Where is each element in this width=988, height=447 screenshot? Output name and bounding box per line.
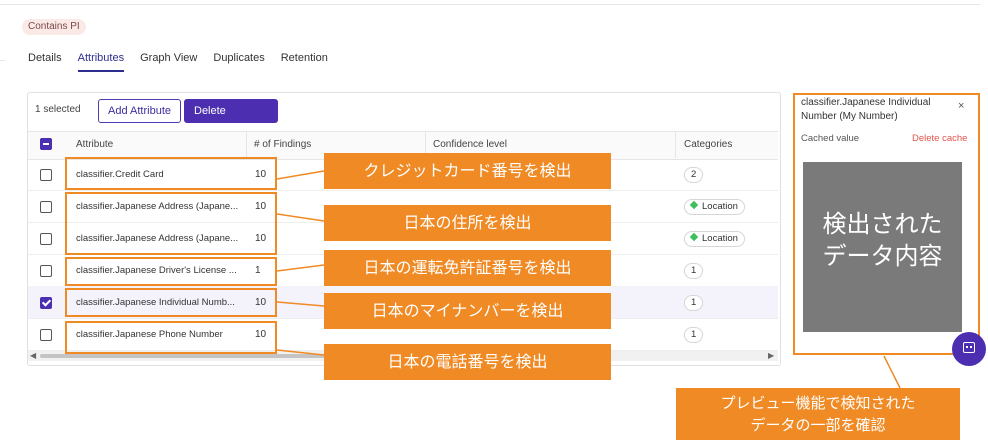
close-icon[interactable]: ×	[958, 100, 964, 112]
robot-icon	[963, 342, 975, 353]
callout-my-number: 日本のマイナンバーを検出	[324, 293, 611, 329]
callout-line2: データの一部を確認	[750, 416, 886, 434]
masked-preview: 検出された データ内容	[803, 162, 962, 332]
callout-address: 日本の住所を検出	[324, 205, 611, 241]
callout-preview-explanation: プレビュー機能で検知された データの一部を確認	[676, 388, 960, 440]
panel-title: classifier.Japanese Individual Number (M…	[801, 97, 931, 122]
delete-cache-link[interactable]: Delete cache	[912, 133, 967, 144]
callout-credit-card: クレジットカード番号を検出	[324, 153, 611, 189]
cached-value-label: Cached value	[801, 133, 860, 144]
callout-line1: プレビュー機能で検知された	[720, 394, 916, 412]
preview-text-line1: 検出された	[822, 210, 943, 238]
preview-text-line2: データ内容	[822, 242, 943, 270]
callout-phone-number: 日本の電話番号を検出	[324, 344, 611, 380]
callout-drivers-license: 日本の運転免許証番号を検出	[324, 250, 611, 286]
